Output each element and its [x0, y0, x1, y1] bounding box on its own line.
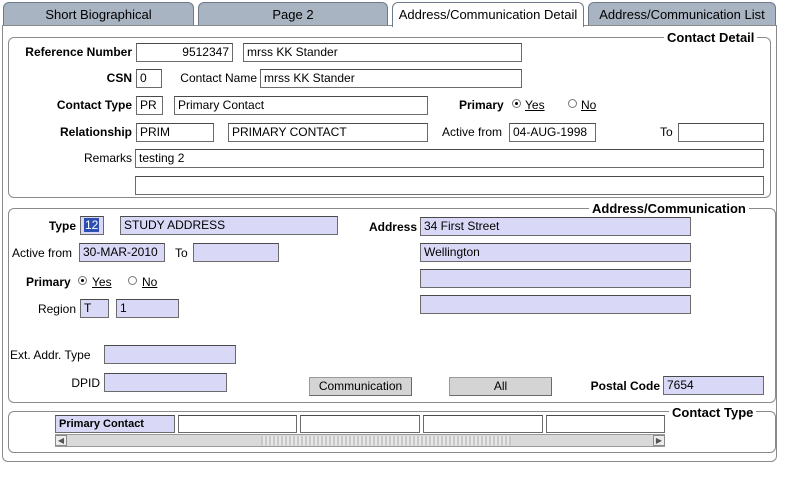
primary-label: Primary — [459, 98, 504, 112]
scroll-left-arrow-icon[interactable]: ◀ — [55, 435, 67, 446]
contact-type-desc-field[interactable]: Primary Contact — [174, 96, 428, 115]
remarks-field-1[interactable]: testing 2 — [135, 149, 764, 168]
contact-type-list-item-3[interactable] — [300, 415, 420, 433]
address-communication-title: Address/Communication — [589, 201, 749, 216]
relationship-desc-field[interactable]: PRIMARY CONTACT — [228, 123, 428, 142]
address-to-label: To — [175, 246, 188, 260]
address-primary-yes-label[interactable]: Yes — [92, 275, 112, 289]
address-label: Address — [368, 220, 417, 234]
region-code-field[interactable]: T — [80, 299, 109, 318]
address-to-field[interactable] — [193, 243, 279, 262]
address-primary-no-label[interactable]: No — [142, 275, 157, 289]
address-primary-no-radio[interactable] — [128, 276, 137, 285]
region-value-field[interactable]: 1 — [116, 299, 179, 318]
csn-field[interactable]: 0 — [136, 69, 162, 88]
contact-type-label: Contact Type — [56, 98, 132, 112]
contact-detail-title: Contact Detail — [664, 30, 758, 45]
relationship-label: Relationship — [59, 125, 132, 139]
csn-label: CSN — [106, 71, 132, 85]
primary-yes-label[interactable]: Yes — [525, 98, 545, 112]
primary-no-label[interactable]: No — [581, 98, 596, 112]
reference-number-label: Reference Number — [25, 45, 132, 59]
active-from-label: Active from — [442, 125, 503, 139]
address-primary-label: Primary — [26, 275, 71, 289]
region-label: Region — [37, 302, 76, 316]
address-line-3[interactable] — [420, 269, 691, 288]
tab-address-communication-detail[interactable]: Address/Communication Detail — [392, 2, 584, 27]
ext-addr-type-label: Ext. Addr. Type — [10, 348, 91, 362]
contact-name-label: Contact Name — [180, 71, 257, 85]
reference-number-field[interactable]: 9512347 — [136, 43, 233, 62]
to-label: To — [660, 125, 673, 139]
to-field[interactable] — [678, 123, 764, 142]
contact-type-list-item-4[interactable] — [423, 415, 543, 433]
active-from-field[interactable]: 04-AUG-1998 — [509, 123, 596, 142]
communication-button[interactable]: Communication — [309, 377, 412, 396]
address-active-from-label: Active from — [12, 246, 73, 260]
postal-code-field[interactable]: 7654 — [663, 376, 764, 395]
type-code-selected-text: 12 — [84, 218, 100, 232]
reference-name-field[interactable]: mrss KK Stander — [243, 43, 522, 62]
contact-type-list-item-5[interactable] — [546, 415, 665, 433]
ext-addr-type-field[interactable] — [104, 345, 236, 364]
relationship-code-field[interactable]: PRIM — [136, 123, 214, 142]
tab-short-biographical[interactable]: Short Biographical — [3, 2, 194, 26]
tab-address-communication-list[interactable]: Address/Communication List — [588, 2, 776, 26]
contact-type-list-item-2[interactable] — [178, 415, 297, 433]
primary-no-radio[interactable] — [568, 99, 577, 108]
scroll-right-arrow-icon[interactable]: ▶ — [653, 435, 665, 446]
address-line-2[interactable]: Wellington — [420, 243, 691, 262]
dpid-field[interactable] — [104, 373, 227, 392]
contact-type-code-field[interactable]: PR — [136, 96, 163, 115]
type-desc-field[interactable]: STUDY ADDRESS — [120, 216, 338, 235]
address-active-from-field[interactable]: 30-MAR-2010 — [79, 243, 165, 262]
dpid-label: DPID — [71, 376, 100, 390]
postal-code-label: Postal Code — [590, 379, 660, 393]
scroll-thumb[interactable] — [261, 436, 511, 445]
type-code-field[interactable]: 12 — [80, 216, 104, 235]
address-line-4[interactable] — [420, 295, 691, 314]
address-line-1[interactable]: 34 First Street — [420, 217, 691, 236]
contact-type-list-title: Contact Type — [669, 405, 757, 420]
primary-yes-radio[interactable] — [512, 99, 521, 108]
remarks-field-2[interactable] — [135, 176, 764, 195]
all-button[interactable]: All — [449, 377, 552, 396]
address-primary-yes-radio[interactable] — [78, 276, 87, 285]
tab-page-2[interactable]: Page 2 — [198, 2, 388, 26]
contact-type-list-item-1[interactable]: Primary Contact — [55, 415, 175, 433]
contact-name-field[interactable]: mrss KK Stander — [260, 69, 522, 88]
remarks-label: Remarks — [83, 151, 132, 165]
type-label: Type — [48, 219, 76, 233]
contact-type-horizontal-scrollbar[interactable]: ◀ ▶ — [55, 434, 665, 447]
